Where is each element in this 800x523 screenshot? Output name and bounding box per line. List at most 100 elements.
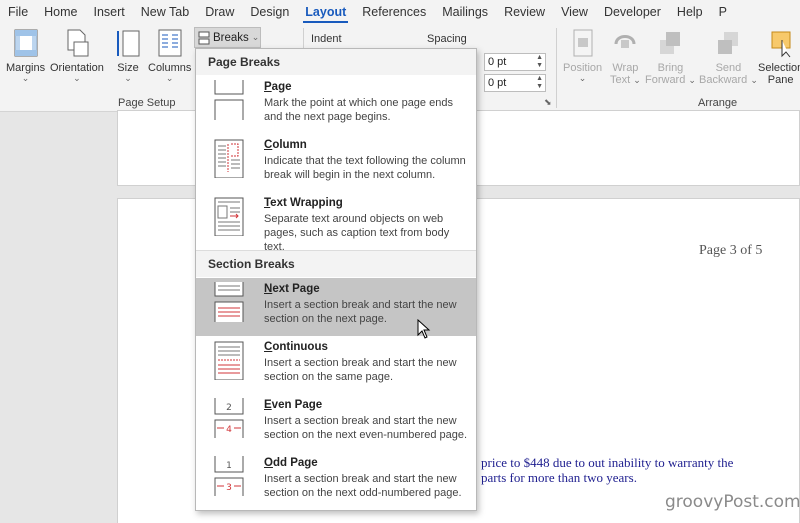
tab-file[interactable]: File [0,0,36,24]
bring-label-2: Forward ⌄ [645,74,696,86]
chevron-down-icon: ⌄ [124,73,132,83]
tab-mailings[interactable]: Mailings [434,0,496,24]
menu-item-column-break[interactable]: Column Indicate that the text following … [196,134,476,192]
page-break-icon [214,80,244,120]
column-break-icon [214,139,244,178]
tab-view[interactable]: View [553,0,596,24]
chevron-down-icon: ⌄ [165,73,174,83]
tab-help[interactable]: Help [669,0,711,24]
chevron-down-icon: ⌄ [251,32,260,42]
position-button[interactable]: Position ⌄ [563,28,602,83]
continuous-break-icon [214,341,244,380]
wrap-text-icon [614,35,636,48]
tab-references[interactable]: References [354,0,434,24]
chevron-down-icon: ⌄ [578,73,587,83]
svg-text:2: 2 [226,403,232,413]
send-backward-button[interactable]: Send Backward ⌄ [699,28,758,86]
menu-item-title: Column [264,139,307,151]
menu-item-title: Page [264,81,292,93]
menu-item-description: Indicate that the text following the col… [264,155,466,181]
next-page-break-icon [214,282,244,322]
menu-item-description: Mark the point at which one page ends an… [264,97,453,123]
menu-item-description: Separate text around objects on web page… [264,213,450,253]
page-setup-group-label: Page Setup [118,97,176,109]
wrap-label: Wrap [612,62,639,74]
menu-item-page-break[interactable]: Page Mark the point at which one page en… [196,76,476,134]
send-label: Send [715,62,742,74]
position-icon [573,29,593,57]
size-icon [117,30,140,57]
menu-item-odd-page[interactable]: 13 Odd Page Insert a section break and s… [196,452,476,510]
send-label-2: Backward ⌄ [699,74,758,86]
menu-item-even-page[interactable]: 24 Even Page Insert a section break and … [196,394,476,452]
menu-item-description: Insert a section break and start the new… [264,299,457,325]
margins-icon [14,29,38,57]
orientation-button[interactable]: Orientation ⌄ [50,28,104,83]
selection-pane-button[interactable]: Selection Pane [758,28,800,86]
menu-item-description: Insert a section break and start the new… [264,415,468,441]
bring-forward-icon [660,32,681,54]
selection-label: Selection [758,62,800,74]
chevron-down-icon: ⌄ [21,73,30,83]
tab-new-tab[interactable]: New Tab [133,0,197,24]
tab-review[interactable]: Review [496,0,553,24]
spacing-after-field[interactable]: 0 pt ▲ ▼ [484,74,546,92]
svg-text:3: 3 [226,483,232,493]
menu-item-description: Insert a section break and start the new… [264,473,462,499]
bring-forward-button[interactable]: Bring Forward ⌄ [645,28,696,86]
tab-home[interactable]: Home [36,0,85,24]
arrange-group-label: Arrange [698,97,738,109]
spacing-label: Spacing [427,33,467,45]
ribbon-tab-bar: File Home Insert New Tab Draw Design Lay… [0,0,800,24]
selection-pane-icon [771,31,791,58]
tab-draw[interactable]: Draw [197,0,242,24]
orientation-icon [67,29,89,57]
wrap-text-button[interactable]: Wrap Text ⌄ [610,28,641,86]
indent-label: Indent [311,33,342,45]
body-text-line: price to $448 due to out inability to wa… [481,455,734,470]
group-divider [556,28,557,108]
margins-button[interactable]: Margins ⌄ [6,28,45,83]
wrap-label-2: Text ⌄ [610,74,641,86]
spinner-arrows-icon[interactable]: ▲ ▼ [536,75,543,91]
columns-icon [158,29,182,57]
menu-item-title: Next Page [264,283,320,295]
tab-insert[interactable]: Insert [86,0,133,24]
chevron-down-icon: ⌄ [73,73,81,83]
size-button[interactable]: Size ⌄ [115,28,141,83]
page-number-text: Page 3 of 5 [699,243,763,258]
text-wrapping-break-icon [214,197,244,236]
menu-item-text-wrapping-break[interactable]: Text Wrapping Separate text around objec… [196,192,476,253]
tab-overflow[interactable]: P [711,0,735,24]
bring-label: Bring [657,62,684,74]
breaks-label: Breaks [213,31,249,44]
svg-text:4: 4 [226,425,232,435]
section-breaks-header: Section Breaks [196,251,476,277]
tab-design[interactable]: Design [242,0,297,24]
menu-item-next-page[interactable]: Next Page Insert a section break and sta… [196,278,476,336]
menu-item-description: Insert a section break and start the new… [264,357,457,383]
columns-button[interactable]: Columns ⌄ [148,28,191,83]
send-backward-icon [718,32,739,54]
breaks-button[interactable]: Breaks ⌄ [194,27,261,48]
tab-developer[interactable]: Developer [596,0,669,24]
breaks-dropdown-menu: Page Breaks Page Mark the point at which… [195,48,477,511]
svg-text:1: 1 [226,461,232,471]
page-breaks-header: Page Breaks [196,49,476,75]
odd-page-break-icon: 13 [214,456,244,496]
body-text-line: parts for more than two years. [481,470,637,485]
menu-item-title: Text Wrapping [264,197,343,209]
watermark-text: groovyPost.com [665,492,800,512]
breaks-icon [198,31,210,44]
selection-label-2: Pane [767,74,794,86]
paragraph-dialog-launcher-icon[interactable]: ⬊ [544,97,552,108]
menu-item-continuous[interactable]: Continuous Insert a section break and st… [196,336,476,394]
menu-item-title: Even Page [264,399,323,411]
tab-layout[interactable]: Layout [297,0,354,24]
spacing-before-field[interactable]: 0 pt ▲ ▼ [484,53,546,71]
spinner-arrows-icon[interactable]: ▲ ▼ [536,54,543,70]
menu-item-title: Odd Page [264,457,318,469]
even-page-break-icon: 24 [214,398,244,438]
mouse-cursor-icon [417,319,431,339]
menu-item-title: Continuous [264,341,328,353]
